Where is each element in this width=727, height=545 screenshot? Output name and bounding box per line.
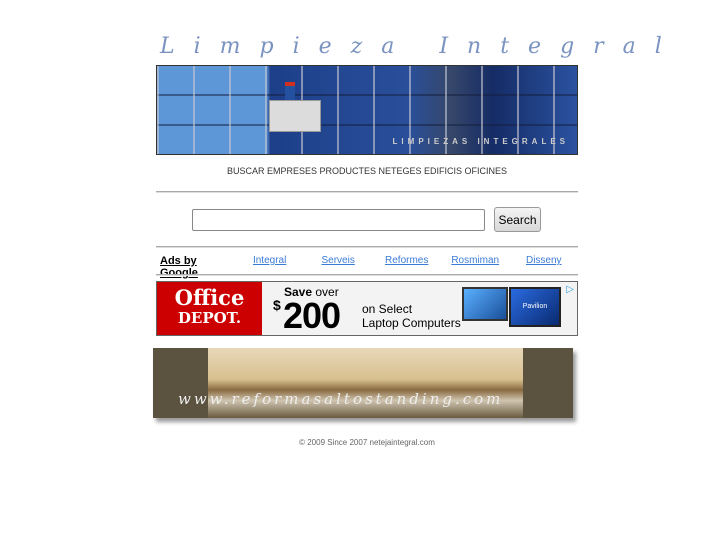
laptop-image: Pavilion bbox=[509, 287, 561, 327]
adchoices-icon[interactable]: ▷ bbox=[566, 284, 574, 295]
search-input[interactable] bbox=[192, 209, 485, 231]
office-depot-logo: Office DEPOT. bbox=[157, 282, 262, 335]
ad-amount: 200 bbox=[283, 295, 341, 336]
ad-dollar-sign: $ bbox=[273, 297, 281, 313]
keyword-line: BUSCAR EMPRESES PRODUCTES NETEGES EDIFIC… bbox=[226, 166, 508, 176]
hotel-banner[interactable]: www.reformasaltostanding.com bbox=[153, 348, 573, 418]
ad-copy: on Select Laptop Computers bbox=[362, 302, 461, 330]
banner-url: www.reformasaltostanding.com bbox=[178, 390, 504, 408]
divider bbox=[156, 274, 578, 276]
search-button[interactable]: Search bbox=[494, 207, 541, 232]
header-banner: LIMPIEZAS INTEGRALES bbox=[156, 65, 578, 155]
laptop-image bbox=[462, 287, 508, 321]
banner-caption: LIMPIEZAS INTEGRALES bbox=[392, 137, 569, 146]
gondola-figure bbox=[269, 100, 321, 132]
divider bbox=[156, 246, 578, 248]
office-depot-ad[interactable]: Office DEPOT. Save over $ 200 on Select La… bbox=[156, 281, 578, 336]
footer-copyright: © 2009 Since 2007 netejaintegral.com bbox=[299, 438, 435, 447]
divider bbox=[156, 191, 578, 193]
site-logo: Limpieza Integral bbox=[160, 34, 681, 59]
